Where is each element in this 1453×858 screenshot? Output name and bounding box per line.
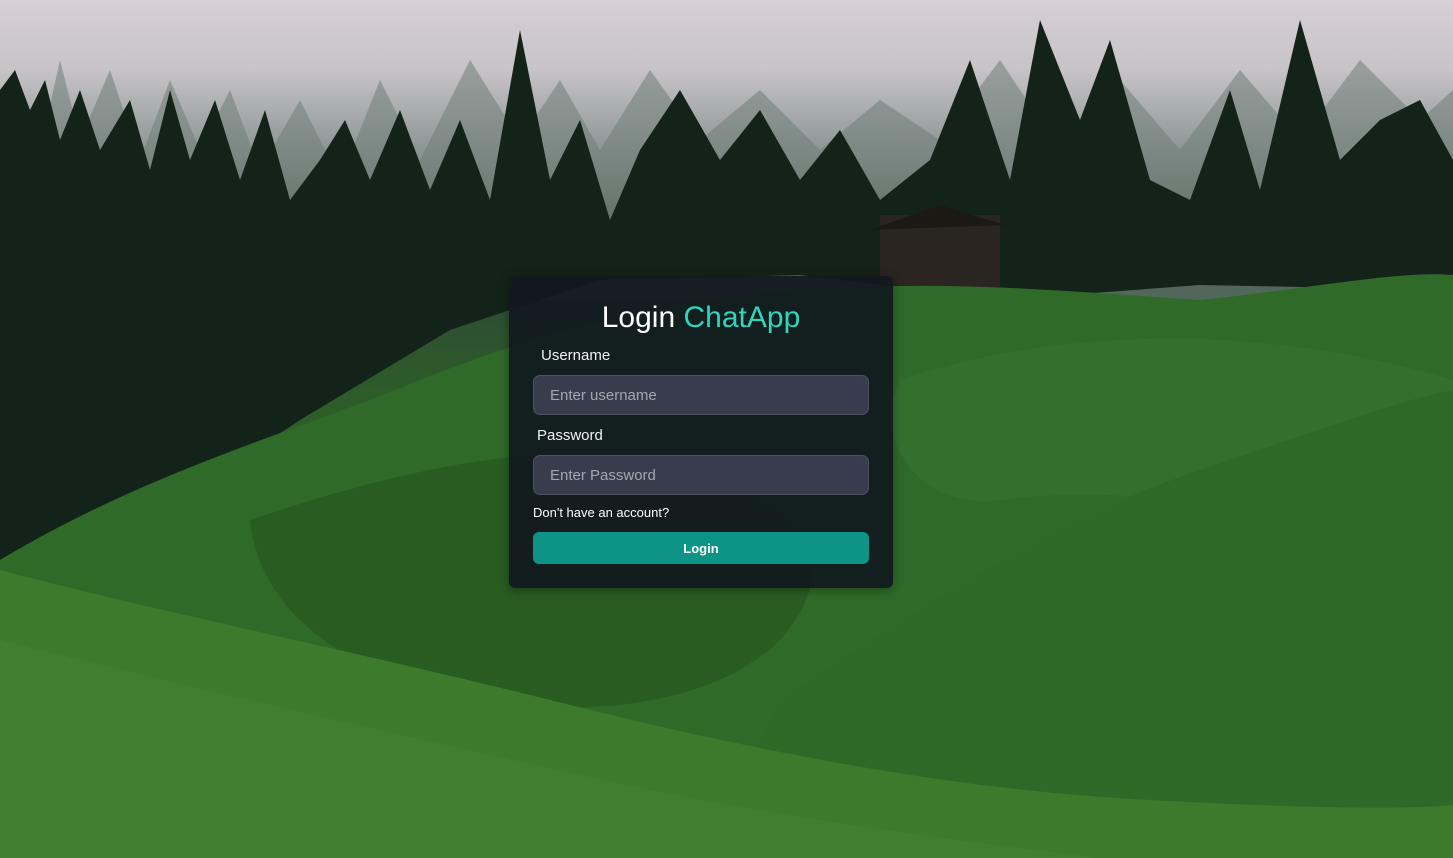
login-button[interactable]: Login — [533, 532, 869, 564]
password-input[interactable] — [533, 455, 869, 495]
title-prefix: Login — [601, 301, 676, 334]
title-accent: ChatApp — [683, 301, 801, 334]
page-title: Login ChatApp — [509, 300, 893, 336]
login-card: Login ChatApp Username Password Don't ha… — [509, 276, 893, 588]
username-label: Username — [541, 347, 611, 364]
signup-link[interactable]: Don't have an account? — [533, 505, 669, 521]
username-input[interactable] — [533, 375, 869, 415]
password-label: Password — [537, 427, 603, 444]
